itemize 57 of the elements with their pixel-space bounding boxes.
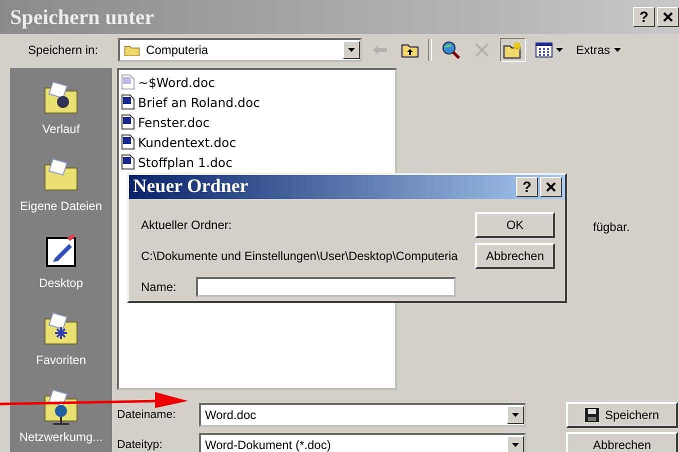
views-grid-icon — [535, 42, 554, 58]
place-item[interactable]: Eigene Dateien — [20, 155, 102, 214]
folder-icon — [124, 44, 140, 56]
caret-icon — [556, 48, 564, 52]
dialog-title: Neuer Ordner — [133, 176, 248, 198]
folder-up-icon — [401, 42, 420, 58]
file-item[interactable]: ~$Word.doc — [138, 74, 215, 90]
dropdown-button[interactable] — [507, 406, 524, 424]
caret-icon — [512, 413, 519, 417]
preview-text: fügbar. — [593, 220, 630, 234]
file-item[interactable]: Fenster.doc — [138, 114, 210, 130]
window-title: Speichern unter — [10, 4, 154, 30]
extras-menu[interactable]: Extras — [572, 43, 626, 57]
cancel-button[interactable]: Abbrechen — [566, 432, 678, 452]
name-label: Name: — [141, 280, 176, 294]
dropdown-button[interactable] — [343, 41, 360, 59]
delete-icon — [475, 43, 490, 57]
cancel-button[interactable]: Abbrechen — [475, 243, 555, 269]
document-icon — [121, 134, 135, 150]
filename-label: Dateiname: — [117, 409, 177, 421]
filetype-dropdown[interactable]: Word-Dokument (*.doc) — [199, 433, 526, 452]
ok-button[interactable]: OK — [475, 212, 555, 238]
close-button[interactable] — [540, 177, 562, 197]
dropdown-button[interactable] — [507, 436, 524, 452]
place-item[interactable]: Verlauf — [41, 78, 81, 137]
filetype-label: Dateityp: — [117, 439, 164, 451]
save-in-label: Speichern in: — [28, 43, 98, 57]
caret-icon — [512, 443, 519, 447]
file-item[interactable]: Stoffplan 1.doc — [138, 154, 232, 170]
file-item[interactable]: Kundentext.doc — [138, 134, 236, 150]
current-folder-label: Aktueller Ordner: — [141, 218, 233, 232]
help-button[interactable]: ? — [516, 177, 538, 197]
floppy-icon — [584, 408, 599, 422]
caret-icon — [614, 48, 622, 52]
document-icon — [121, 94, 135, 110]
place-item[interactable]: Netzwerkumg... — [19, 386, 103, 445]
globe-search-icon — [441, 40, 462, 60]
place-item[interactable]: Favoriten — [36, 309, 86, 368]
close-icon — [546, 182, 556, 192]
save-button[interactable]: Speichern — [566, 402, 678, 428]
document-icon — [121, 114, 135, 130]
caret-icon — [348, 48, 356, 52]
close-icon — [663, 12, 673, 22]
location-dropdown[interactable]: Computeria — [118, 38, 362, 62]
back-arrow-icon — [373, 45, 388, 55]
location-value: Computeria — [146, 43, 210, 57]
place-item[interactable]: Desktop — [38, 232, 84, 291]
help-button[interactable]: ? — [633, 7, 655, 27]
filename-field[interactable]: Word.doc — [199, 403, 526, 427]
name-field[interactable] — [196, 277, 456, 297]
file-item[interactable]: Brief an Roland.doc — [138, 94, 260, 110]
new-folder-tool-button[interactable] — [500, 38, 526, 62]
new-folder-icon — [503, 41, 524, 59]
close-button[interactable] — [657, 7, 679, 27]
folder-path: C:\Dokumente und Einstellungen\User\Desktop\Computeria — [141, 249, 459, 263]
document-icon — [121, 74, 135, 90]
document-icon — [121, 154, 135, 170]
